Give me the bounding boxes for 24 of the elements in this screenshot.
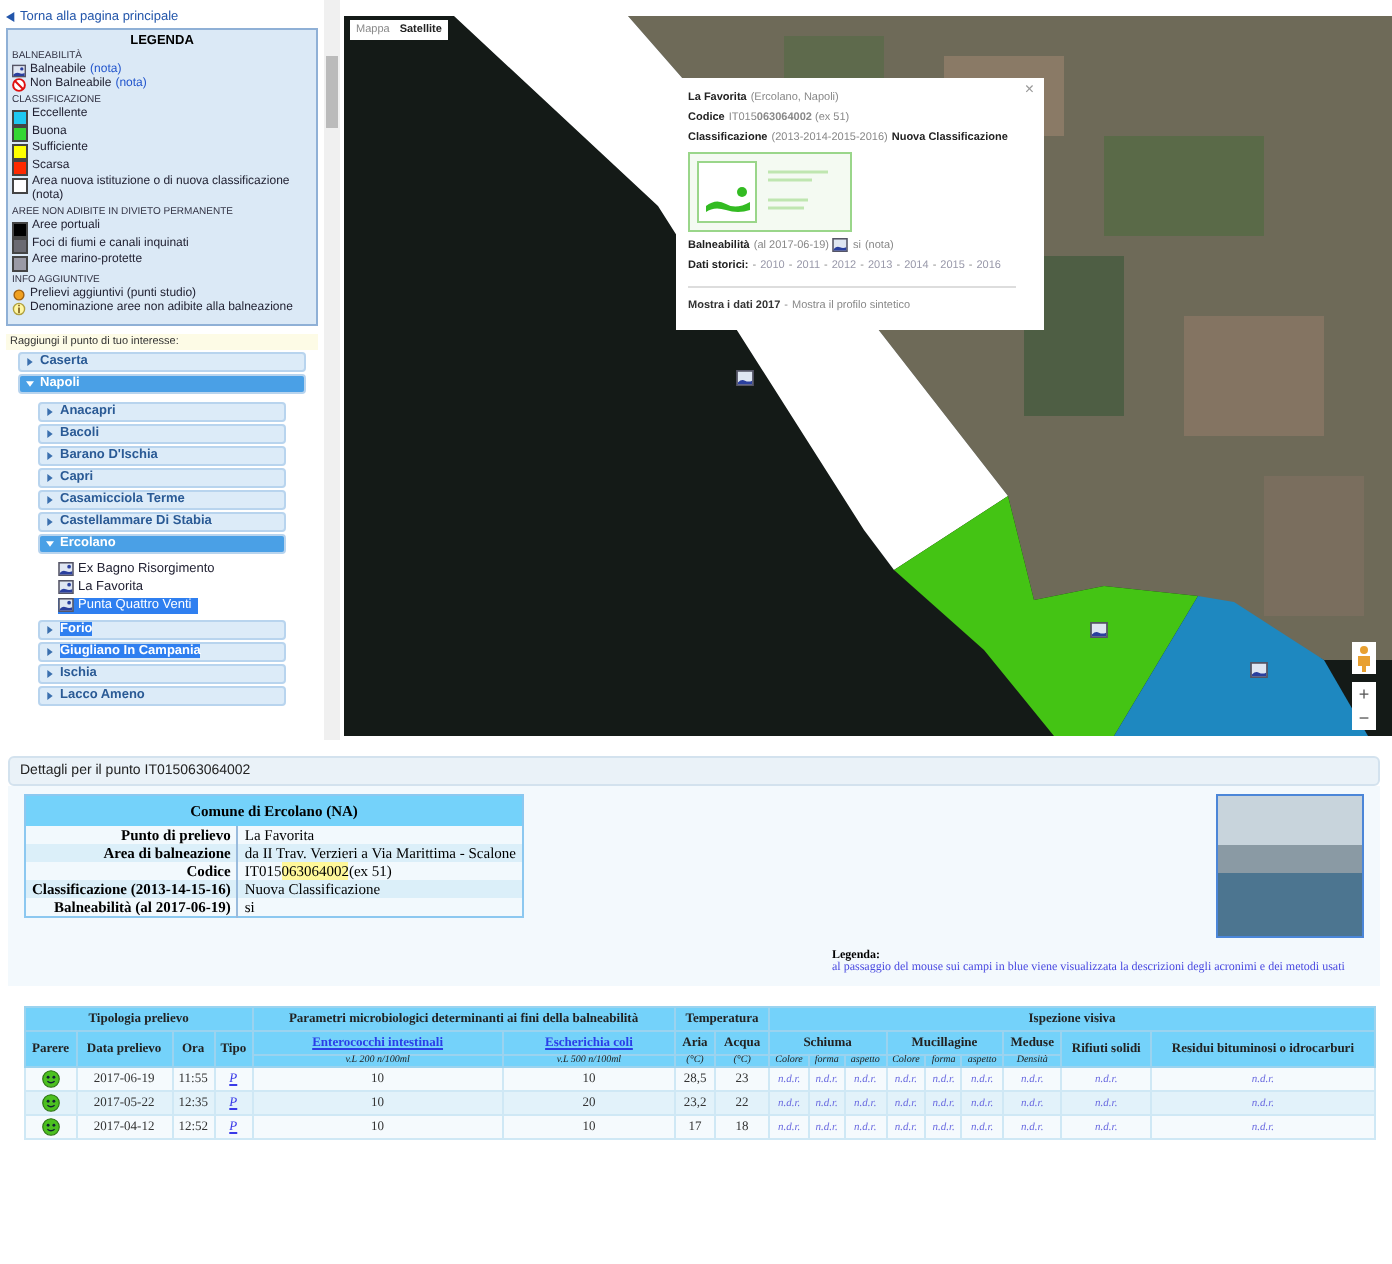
caret-icon xyxy=(46,647,54,655)
close-button[interactable]: × xyxy=(1020,82,1038,98)
caret-icon xyxy=(46,691,54,699)
caret-icon xyxy=(46,451,54,459)
classification-badge-icon xyxy=(688,152,852,232)
no-bathing-icon xyxy=(12,78,26,92)
caret-icon xyxy=(46,517,54,525)
scrollbar[interactable] xyxy=(324,0,340,740)
smiley-icon xyxy=(41,1118,60,1136)
scrollbar-thumb[interactable] xyxy=(326,56,338,128)
caret-icon xyxy=(46,407,54,415)
caret-icon xyxy=(26,357,34,365)
dot-icon xyxy=(12,287,26,301)
back-arrow-icon xyxy=(6,12,16,22)
caret-icon xyxy=(46,625,54,633)
info-icon xyxy=(12,301,26,315)
caret-icon xyxy=(46,473,54,481)
smiley-icon xyxy=(41,1070,60,1088)
caret-icon xyxy=(46,539,54,547)
caret-icon xyxy=(26,379,34,387)
caret-icon xyxy=(46,429,54,437)
caret-icon xyxy=(46,495,54,503)
smiley-icon xyxy=(41,1094,60,1112)
caret-icon xyxy=(46,669,54,677)
